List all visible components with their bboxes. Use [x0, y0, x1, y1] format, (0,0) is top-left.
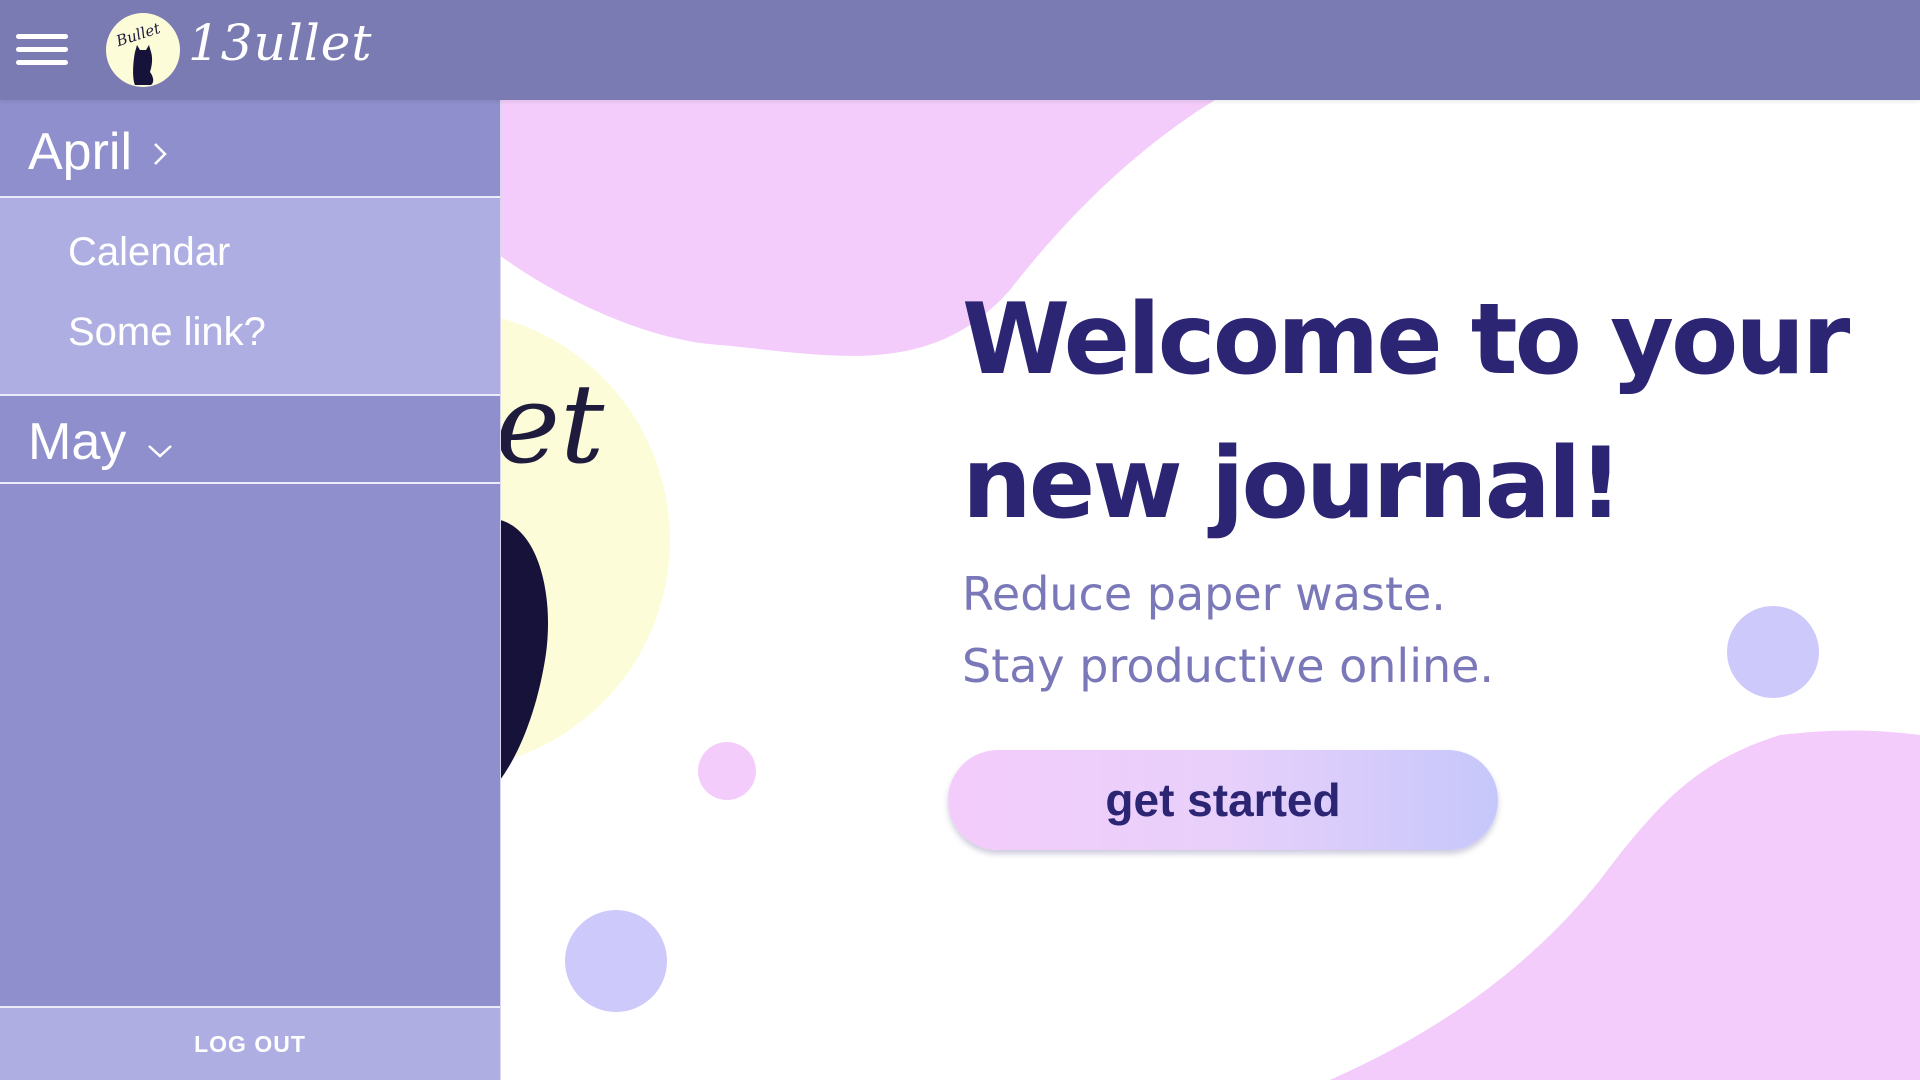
deco-circle-pink-small	[698, 742, 756, 800]
sidebar-month-may[interactable]: May	[0, 394, 500, 484]
month-label: April	[28, 123, 133, 181]
chevron-right-icon	[154, 143, 167, 165]
hamburger-menu-icon[interactable]	[16, 30, 70, 70]
top-bar: Bullet 13ullet	[0, 0, 1920, 100]
page: et Welcome to your new journal! Reduce p…	[0, 0, 1920, 1080]
brand-name[interactable]: 13ullet	[188, 14, 373, 72]
sidebar-link-calendar[interactable]: Calendar	[68, 230, 230, 275]
chevron-down-icon	[148, 445, 172, 458]
hero-title-line2: new journal!	[962, 427, 1623, 541]
hero-subtitle-line2: Stay productive online.	[962, 639, 1495, 693]
deco-circle-lavender-bottom	[565, 910, 667, 1012]
hero-subtitle-line1: Reduce paper waste.	[962, 567, 1446, 621]
sidebar-link-some-link[interactable]: Some link?	[68, 310, 266, 355]
sidebar-submenu: Calendar Some link?	[0, 198, 500, 394]
logo-badge[interactable]: Bullet	[105, 12, 181, 88]
cat-icon	[133, 45, 154, 85]
logout-button[interactable]: LOG OUT	[0, 1006, 500, 1080]
hero-title-line1: Welcome to your	[962, 283, 1850, 397]
get-started-button[interactable]: get started	[948, 750, 1498, 850]
hero-subtitle: Reduce paper waste. Stay productive onli…	[962, 558, 1762, 702]
sidebar: April Calendar Some link? May LOG OUT	[0, 100, 501, 1080]
sidebar-month-april[interactable]: April	[0, 100, 500, 198]
month-label: May	[28, 413, 127, 471]
background-logo-text: et	[495, 360, 605, 488]
hero-title: Welcome to your new journal!	[962, 268, 1882, 556]
